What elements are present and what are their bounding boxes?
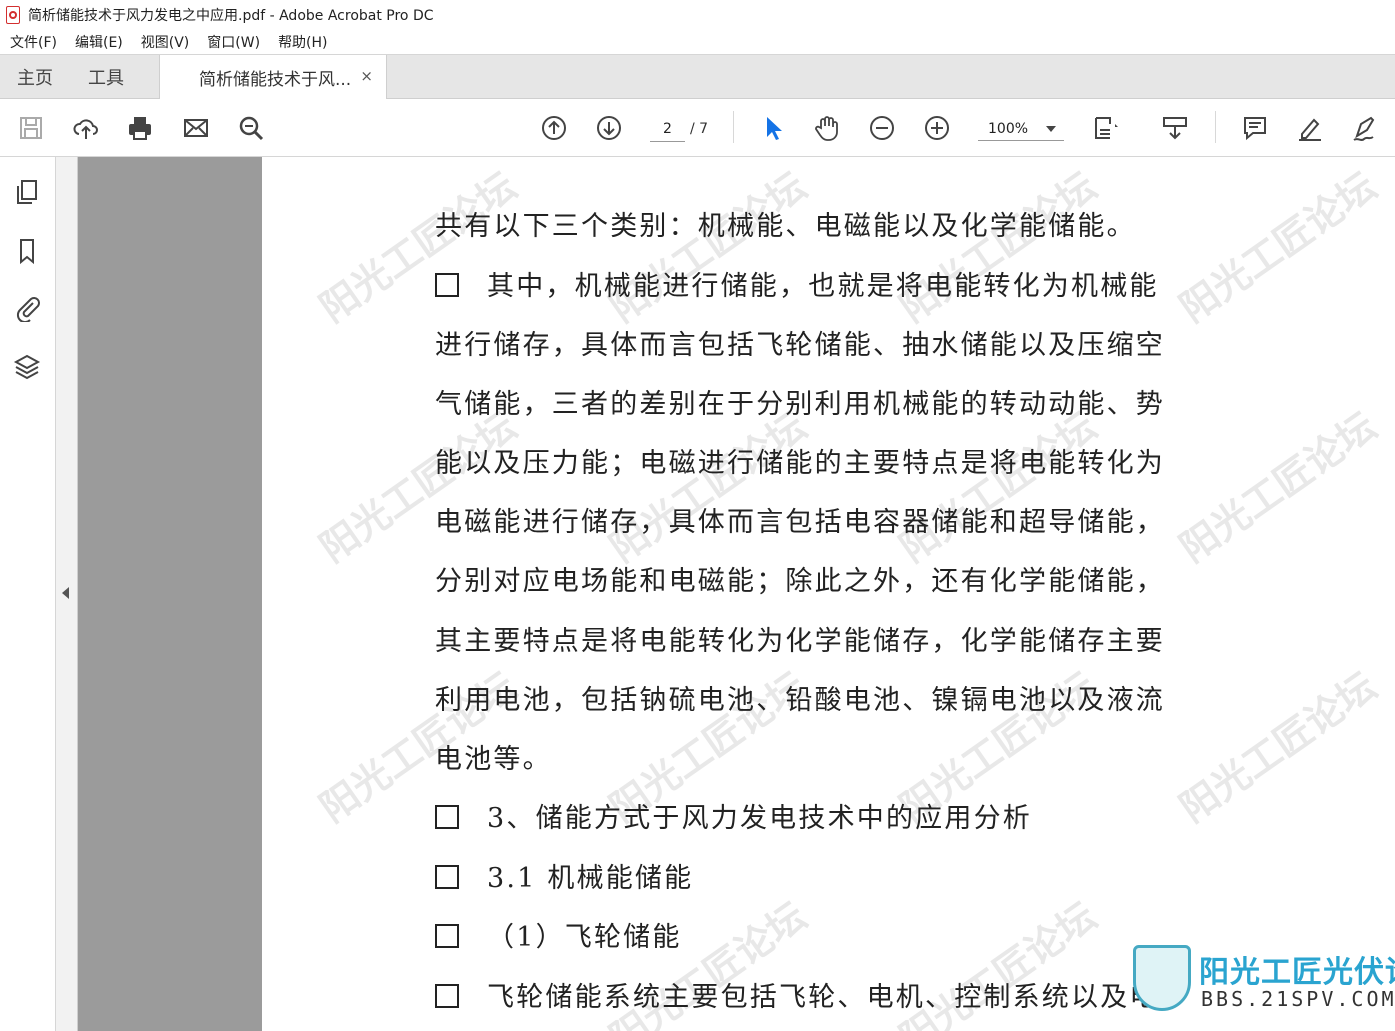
divider: [1215, 111, 1216, 143]
mail-icon[interactable]: [181, 113, 211, 143]
text-line: 其中，机械能进行储能，也就是将电能转化为机械能: [435, 264, 1159, 303]
checkbox-glyph: [435, 924, 459, 948]
highlight-icon[interactable]: [1295, 113, 1325, 143]
zoom-select[interactable]: 100%: [978, 117, 1064, 141]
checkbox-glyph: [435, 805, 459, 829]
sign-icon[interactable]: [1350, 113, 1380, 143]
zoom-value: 100%: [988, 120, 1029, 137]
watermark: 阳光工匠论坛: [602, 403, 815, 571]
divider: [733, 111, 734, 143]
text-line: 分别对应电场能和电磁能；除此之外，还有化学能储能，: [435, 566, 1165, 597]
watermark: 阳光工匠论坛: [312, 403, 525, 571]
tab-document[interactable]: 简析储能技术于风... ×: [159, 55, 387, 100]
text-span: 飞轮储能系统主要包括飞轮、电机、控制系统以及电: [487, 982, 1159, 1013]
layers-icon[interactable]: [12, 352, 42, 382]
watermark: 阳光工匠论坛: [1172, 163, 1385, 331]
save-icon[interactable]: [16, 113, 46, 143]
text-line: 利用电池，包括钠硫电池、铅酸电池、镍镉电池以及液流: [435, 685, 1165, 716]
pdf-page: 阳光工匠论坛 阳光工匠论坛 阳光工匠论坛 阳光工匠论坛 阳光工匠论坛 阳光工匠论…: [262, 157, 1395, 1031]
shield-logo-icon: [1133, 945, 1191, 1011]
cloud-upload-icon[interactable]: [71, 113, 101, 143]
menu-help[interactable]: 帮助(H): [278, 32, 327, 52]
page-count: / 7: [690, 121, 709, 137]
heading-line: （1）飞轮储能: [435, 915, 682, 954]
menu-window[interactable]: 窗口(W): [207, 32, 260, 52]
zoom-in-icon[interactable]: [922, 113, 952, 143]
pane-collapse-strip[interactable]: [56, 157, 78, 1031]
text-line: 共有以下三个类别：机械能、电磁能以及化学能储能。: [435, 211, 1136, 242]
tab-bar: 主页 工具 简析储能技术于风... ×: [0, 54, 1395, 100]
text-line: 其主要特点是将电能转化为化学能储存，化学能储存主要: [435, 626, 1165, 657]
document-background: [78, 157, 262, 1031]
forum-logo: 阳光工匠光伏论坛 BBS.21SPV.COM: [1133, 941, 1395, 1019]
heading-line: 3、储能方式于风力发电技术中的应用分析: [435, 796, 1032, 835]
text-line: 电磁能进行储存，具体而言包括电容器储能和超导储能，: [435, 507, 1165, 538]
next-page-icon[interactable]: [594, 113, 624, 143]
text-span: （1）飞轮储能: [487, 922, 682, 953]
logo-subtitle: BBS.21SPV.COM: [1201, 987, 1395, 1011]
menu-edit[interactable]: 编辑(E): [75, 32, 123, 52]
scroll-mode-icon[interactable]: [1160, 113, 1190, 143]
text-span: 3、储能方式于风力发电技术中的应用分析: [487, 803, 1032, 834]
heading-line: 3.1 机械能储能: [435, 856, 693, 895]
navigation-pane: [0, 157, 56, 1031]
logo-title: 阳光工匠光伏论坛: [1199, 955, 1395, 990]
chevron-down-icon: [1046, 126, 1056, 132]
watermark: 阳光工匠论坛: [1172, 663, 1385, 831]
page-number-input[interactable]: 2: [650, 117, 685, 142]
text-line: 飞轮储能系统主要包括飞轮、电机、控制系统以及电: [435, 975, 1159, 1014]
checkbox-glyph: [435, 273, 459, 297]
title-bar: 简析储能技术于风力发电之中应用.pdf - Adobe Acrobat Pro …: [0, 0, 1395, 29]
toolbar: 2 / 7 100%: [0, 99, 1395, 157]
text-line: 电池等。: [435, 744, 552, 775]
print-icon[interactable]: [125, 113, 155, 143]
pdf-file-icon: [6, 5, 20, 24]
attachment-icon[interactable]: [12, 293, 42, 323]
window-title: 简析储能技术于风力发电之中应用.pdf - Adobe Acrobat Pro …: [28, 7, 434, 24]
text-line: 能以及压力能；电磁进行储能的主要特点是将电能转化为: [435, 448, 1165, 479]
checkbox-glyph: [435, 865, 459, 889]
text-span: 3.1 机械能储能: [487, 863, 694, 894]
tab-home[interactable]: 主页: [17, 55, 53, 99]
select-cursor-icon[interactable]: [758, 113, 788, 143]
checkbox-glyph: [435, 984, 459, 1008]
menu-view[interactable]: 视图(V): [141, 32, 190, 52]
zoom-out-icon[interactable]: [867, 113, 897, 143]
watermark: 阳光工匠论坛: [892, 403, 1105, 571]
watermark: 阳光工匠论坛: [892, 163, 1105, 331]
tab-tools[interactable]: 工具: [88, 55, 124, 99]
prev-page-icon[interactable]: [539, 113, 569, 143]
fit-page-icon[interactable]: [1091, 113, 1121, 143]
menu-bar: 文件(F) 编辑(E) 视图(V) 窗口(W) 帮助(H): [0, 29, 1395, 54]
text-span: 其中，机械能进行储能，也就是将电能转化为机械能: [487, 271, 1159, 302]
watermark: 阳光工匠论坛: [602, 163, 815, 331]
bookmark-icon[interactable]: [12, 236, 42, 266]
watermark: 阳光工匠论坛: [312, 163, 525, 331]
hand-icon[interactable]: [812, 113, 842, 143]
text-line: 进行储存，具体而言包括飞轮储能、抽水储能以及压缩空: [435, 330, 1165, 361]
menu-file[interactable]: 文件(F): [10, 32, 57, 52]
pages-icon[interactable]: [12, 177, 42, 207]
comment-icon[interactable]: [1240, 113, 1270, 143]
collapse-arrow-icon[interactable]: [62, 587, 69, 599]
search-icon[interactable]: [236, 113, 266, 143]
tab-document-label: 简析储能技术于风...: [199, 70, 352, 90]
close-icon[interactable]: ×: [360, 67, 373, 85]
watermark: 阳光工匠论坛: [1172, 403, 1385, 571]
text-line: 气储能，三者的差别在于分别利用机械能的转动动能、势: [435, 389, 1165, 420]
